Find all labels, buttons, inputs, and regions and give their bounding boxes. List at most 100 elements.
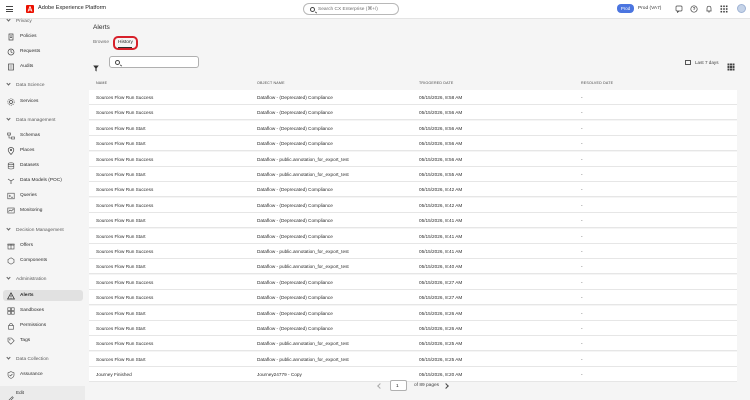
tab-browse[interactable]: Browse	[93, 40, 109, 45]
cell-name: Sources Flow Run Start	[96, 310, 146, 316]
cell-name: Sources Flow Run Start	[96, 326, 146, 331]
table-row[interactable]: Sources Flow Run Start Dataflow - public.…	[89, 351, 737, 367]
sidebar-item-services[interactable]: Services	[3, 96, 83, 107]
tab-history[interactable]: History	[113, 36, 138, 50]
filter-icon[interactable]	[93, 59, 99, 72]
page-count: of 89 pages	[414, 383, 440, 388]
cell-name: Sources Flow Run Start	[96, 264, 146, 270]
requests-icon	[7, 48, 15, 56]
sidebar-item-sandboxes[interactable]: Sandboxes	[3, 305, 83, 316]
table-row[interactable]: Sources Flow Run Success Dataflow - (Depr…	[89, 90, 737, 105]
apps-grid-icon[interactable]	[720, 5, 728, 13]
sidebar-item-datasets[interactable]: Datasets	[3, 160, 83, 171]
env-switcher[interactable]: Prod (VA7)	[638, 6, 661, 11]
sidebar-item-audits[interactable]: Audits	[3, 61, 83, 72]
cell-triggered-date: 05/15/2026, 8:25 AM	[419, 356, 463, 362]
table-row[interactable]: Sources Flow Run Start Dataflow - public.…	[89, 167, 737, 182]
schemas-icon	[7, 132, 15, 140]
sidebar-item-queries[interactable]: Queries	[3, 190, 83, 201]
cell-object-name: Dataflow - (Deprecated) Compliance	[257, 279, 333, 285]
cell-object-name: Journey24779 - Copy	[257, 372, 302, 378]
column-header-name[interactable]: NAME	[96, 81, 107, 85]
sidebar-item-data-models[interactable]: Data Models (POC)	[3, 175, 83, 186]
help-icon[interactable]	[690, 5, 698, 13]
search-icon	[310, 6, 315, 12]
table-row[interactable]: Sources Flow Run Start Dataflow - (Deprec…	[89, 321, 737, 336]
sandboxes-icon	[7, 307, 15, 315]
table-row[interactable]: Sources Flow Run Start Dataflow - (Deprec…	[89, 136, 737, 152]
table-row[interactable]: Sources Flow Run Start Dataflow - public.…	[89, 259, 737, 275]
table-row[interactable]: Sources Flow Run Success Dataflow - (Depr…	[89, 105, 737, 121]
components-icon	[7, 256, 15, 265]
cell-name: Sources Flow Run Success	[96, 295, 154, 301]
sidebar-item-tags[interactable]: Tags	[3, 335, 83, 346]
cell-name: Sources Flow Run Success	[96, 95, 154, 100]
cell-resolved-date: -	[581, 202, 583, 208]
section-administration[interactable]: Administration	[6, 275, 46, 282]
section-data-collection[interactable]: Data Collection	[6, 355, 49, 362]
table-header: NAME OBJECT NAME TRIGGERED DATE RESOLVED…	[89, 75, 739, 88]
section-data-management[interactable]: Data management	[6, 116, 55, 123]
chevron-down-icon	[6, 17, 11, 22]
column-settings-icon[interactable]	[727, 58, 735, 71]
cell-object-name: Dataflow - (Deprecated) Compliance	[257, 310, 333, 316]
cell-triggered-date: 05/15/2026, 8:26 AM	[419, 326, 463, 331]
next-page-button[interactable]	[443, 383, 449, 389]
top-bar: Adobe Experience Platform Search CX Ente…	[0, 0, 750, 19]
page-number-input[interactable]: 1	[390, 380, 407, 391]
cell-triggered-date: 05/15/2026, 8:56 AM	[419, 110, 463, 116]
search-input[interactable]	[109, 56, 199, 68]
sidebar-item-components[interactable]: Components	[3, 255, 83, 266]
column-header-triggered-date[interactable]: TRIGGERED DATE	[419, 81, 453, 85]
table-row[interactable]: Sources Flow Run Success Dataflow - publi…	[89, 336, 737, 352]
policies-icon	[7, 33, 15, 41]
section-data-science[interactable]: Data Science	[6, 81, 45, 88]
table-row[interactable]: Sources Flow Run Success Dataflow - (Depr…	[89, 197, 737, 213]
table-row[interactable]: Sources Flow Run Start Dataflow - (Deprec…	[89, 228, 737, 244]
table-row[interactable]: Sources Flow Run Success Dataflow - (Depr…	[89, 182, 737, 198]
cell-resolved-date: -	[581, 341, 583, 347]
sidebar-item-offers[interactable]: Offers	[3, 240, 83, 251]
table-row[interactable]: Sources Flow Run Start Dataflow - (Deprec…	[89, 305, 737, 321]
sidebar-item-policies[interactable]: Policies	[3, 31, 83, 42]
tags-icon	[7, 337, 15, 345]
cell-triggered-date: 05/15/2026, 8:27 AM	[419, 295, 463, 301]
date-range-picker[interactable]: Last 7 days	[685, 59, 719, 65]
sidebar-item-alerts[interactable]: Alerts	[3, 290, 83, 301]
env-badge[interactable]: Prod	[617, 4, 634, 13]
cell-resolved-date: -	[581, 187, 583, 193]
cell-resolved-date: -	[581, 172, 583, 177]
section-privacy[interactable]: Privacy	[6, 17, 32, 24]
permissions-icon	[7, 322, 15, 330]
table-row[interactable]: Sources Flow Run Success Dataflow - publi…	[89, 244, 737, 259]
sidebar-item-places[interactable]: Places	[3, 145, 83, 156]
previous-page-button[interactable]	[377, 383, 383, 389]
chevron-down-icon	[6, 226, 11, 231]
notifications-icon[interactable]	[705, 5, 713, 13]
column-header-object-name[interactable]: OBJECT NAME	[257, 81, 285, 85]
sidebar: Privacy Policies Requests Audits Data Sc…	[0, 17, 85, 400]
column-header-resolved-date[interactable]: RESOLVED DATE	[581, 81, 613, 85]
cell-object-name: Dataflow - public.annotation_for_export_…	[257, 341, 349, 347]
sidebar-item-monitoring[interactable]: Monitoring	[3, 205, 83, 216]
table-row[interactable]: Sources Flow Run Start Dataflow - (Deprec…	[89, 120, 737, 136]
sidebar-item-requests[interactable]: Requests	[3, 46, 83, 57]
global-search[interactable]: Search CX Enterprise (⌘+/)	[303, 3, 399, 15]
user-avatar[interactable]	[737, 4, 746, 13]
sidebar-item-permissions[interactable]: Permissions	[3, 320, 83, 331]
table-row[interactable]: Sources Flow Run Success Dataflow - (Depr…	[89, 290, 737, 306]
cell-resolved-date: -	[581, 372, 583, 378]
sidebar-item-schemas[interactable]: Schemas	[3, 130, 83, 141]
cell-name: Sources Flow Run Success	[96, 110, 154, 116]
feedback-icon[interactable]	[675, 5, 683, 13]
menu-icon[interactable]	[6, 6, 13, 12]
cell-object-name: Dataflow - (Deprecated) Compliance	[257, 218, 333, 224]
section-decision-management[interactable]: Decision Management	[6, 226, 64, 233]
app-title[interactable]: Adobe Experience Platform	[38, 5, 106, 11]
table-row[interactable]: Sources Flow Run Start Dataflow - (Deprec…	[89, 213, 737, 229]
table-row[interactable]: Sources Flow Run Success Dataflow - (Depr…	[89, 274, 737, 290]
table-row[interactable]: Sources Flow Run Success Dataflow - publi…	[89, 151, 737, 167]
cell-triggered-date: 05/15/2026, 8:27 AM	[419, 279, 463, 285]
cell-name: Sources Flow Run Success	[96, 341, 154, 347]
cell-triggered-date: 05/15/2026, 8:41 AM	[419, 233, 463, 239]
